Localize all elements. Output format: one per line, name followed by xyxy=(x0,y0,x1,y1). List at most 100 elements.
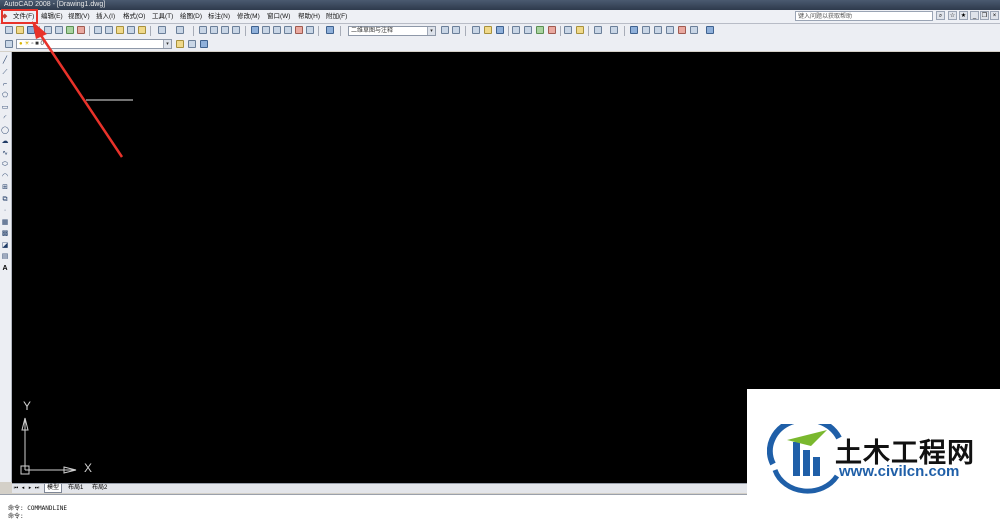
open-icon[interactable] xyxy=(16,26,24,34)
close-icon[interactable]: × xyxy=(990,11,999,20)
menu-format[interactable]: 格式(O) xyxy=(123,10,145,23)
calculator-icon[interactable] xyxy=(306,26,314,34)
circle-icon[interactable]: ◯ xyxy=(1,127,9,135)
3d-dwf-icon[interactable] xyxy=(548,26,556,34)
next-tab-icon[interactable]: ▸ xyxy=(27,485,33,491)
tab-layout2[interactable]: 布局2 xyxy=(90,484,109,493)
menu-modify[interactable]: 修改(M) xyxy=(237,10,260,23)
publish-icon[interactable] xyxy=(536,26,544,34)
match-properties-icon[interactable] xyxy=(127,26,135,34)
workspace-settings-icon[interactable] xyxy=(441,26,449,34)
menu-window[interactable]: 窗口(W) xyxy=(267,10,290,23)
help-icon[interactable] xyxy=(706,26,714,34)
design-center-icon[interactable] xyxy=(642,26,650,34)
rectangle-icon[interactable]: ▭ xyxy=(1,104,9,112)
redo-icon[interactable] xyxy=(610,26,618,34)
communication-center-icon[interactable]: ☆ xyxy=(948,11,957,20)
table-icon[interactable]: ▤ xyxy=(1,253,9,261)
markup-icon[interactable] xyxy=(295,26,303,34)
insert-block-icon[interactable]: ⊞ xyxy=(1,184,9,192)
make-object-layer-current-icon[interactable] xyxy=(176,40,184,48)
point-icon[interactable]: · xyxy=(1,207,9,215)
plot-icon[interactable] xyxy=(512,26,520,34)
block-editor-icon[interactable] xyxy=(576,26,584,34)
cut-icon[interactable] xyxy=(94,26,102,34)
ellipse-arc-icon[interactable]: ◠ xyxy=(1,173,9,181)
favorites-icon[interactable]: ★ xyxy=(959,11,968,20)
tool-palettes-icon[interactable] xyxy=(273,26,281,34)
help-search-input[interactable]: 键入问题以获取帮助 xyxy=(795,11,933,21)
design-center-icon[interactable] xyxy=(262,26,270,34)
sheet-set-icon[interactable] xyxy=(666,26,674,34)
copy-icon[interactable] xyxy=(105,26,113,34)
pan-icon[interactable] xyxy=(199,26,207,34)
menu-tools[interactable]: 工具(T) xyxy=(152,10,173,23)
spline-icon[interactable]: ∿ xyxy=(1,150,9,158)
match-properties-icon[interactable] xyxy=(564,26,572,34)
undo-icon[interactable] xyxy=(594,26,602,34)
new-icon[interactable] xyxy=(5,26,13,34)
gradient-icon[interactable]: ▩ xyxy=(1,230,9,238)
menu-help[interactable]: 帮助(H) xyxy=(298,10,320,23)
plot-preview-icon[interactable] xyxy=(55,26,63,34)
chevron-down-icon[interactable]: ▾ xyxy=(163,40,171,48)
block-editor-icon[interactable] xyxy=(138,26,146,34)
publish-icon[interactable] xyxy=(66,26,74,34)
tab-model[interactable]: 模型 xyxy=(44,484,63,493)
region-icon[interactable]: ◪ xyxy=(1,242,9,250)
save-icon[interactable] xyxy=(496,26,504,34)
tab-layout1[interactable]: 布局1 xyxy=(66,484,85,493)
menu-edit[interactable]: 编辑(E) xyxy=(41,10,63,23)
zoom-realtime-icon[interactable] xyxy=(210,26,218,34)
layer-select[interactable]: ● ☀ ▫ ■ 0 ▾ xyxy=(16,39,172,49)
calculator-icon[interactable] xyxy=(690,26,698,34)
menu-dimension[interactable]: 标注(N) xyxy=(208,10,230,23)
polyline-icon[interactable]: ⌐ xyxy=(1,81,9,89)
construction-line-icon[interactable]: ⟋ xyxy=(1,69,9,77)
layer-manager-icon[interactable] xyxy=(5,40,13,48)
help-icon[interactable] xyxy=(326,26,334,34)
my-workspace-icon[interactable] xyxy=(452,26,460,34)
menu-draw[interactable]: 绘图(D) xyxy=(180,10,202,23)
make-block-icon[interactable]: ⧉ xyxy=(1,196,9,204)
zoom-previous-icon[interactable] xyxy=(232,26,240,34)
multiline-text-icon[interactable]: A xyxy=(1,265,9,273)
arc-icon[interactable]: ◜ xyxy=(1,115,9,123)
paste-icon[interactable] xyxy=(116,26,124,34)
ellipse-icon[interactable]: ⬭ xyxy=(1,161,9,169)
menu-insert[interactable]: 插入(I) xyxy=(96,10,115,23)
prev-tab-icon[interactable]: ◂ xyxy=(20,485,26,491)
workspace-select[interactable]: 二维草图与注释 ▾ xyxy=(348,26,436,36)
first-tab-icon[interactable]: ⏮ xyxy=(13,485,19,491)
plot-icon[interactable] xyxy=(44,26,52,34)
line-icon[interactable]: ╱ xyxy=(1,57,9,65)
watermark-logo: 土木工程网 www.civilcn.com xyxy=(747,389,1000,520)
3d-dwf-icon[interactable] xyxy=(77,26,85,34)
chevron-down-icon[interactable]: ▾ xyxy=(427,27,435,35)
properties-icon[interactable] xyxy=(630,26,638,34)
minimize-icon[interactable]: _ xyxy=(970,11,979,20)
properties-icon[interactable] xyxy=(251,26,259,34)
restore-icon[interactable]: ❐ xyxy=(980,11,989,20)
save-icon[interactable] xyxy=(27,26,35,34)
undo-icon[interactable] xyxy=(158,26,166,34)
redo-icon[interactable] xyxy=(176,26,184,34)
polygon-icon[interactable]: ⬠ xyxy=(1,92,9,100)
command-prompt[interactable]: 命令: xyxy=(8,511,24,520)
sheet-set-icon[interactable] xyxy=(284,26,292,34)
layer-states-icon[interactable] xyxy=(200,40,208,48)
search-icon[interactable]: ⌕ xyxy=(936,11,945,20)
layer-previous-icon[interactable] xyxy=(188,40,196,48)
plot-preview-icon[interactable] xyxy=(524,26,532,34)
zoom-window-icon[interactable] xyxy=(221,26,229,34)
hatch-icon[interactable]: ▦ xyxy=(1,219,9,227)
open-icon[interactable] xyxy=(484,26,492,34)
revision-cloud-icon[interactable]: ☁ xyxy=(1,138,9,146)
tool-palettes-icon[interactable] xyxy=(654,26,662,34)
separator xyxy=(89,26,90,36)
menu-view[interactable]: 视图(V) xyxy=(68,10,90,23)
last-tab-icon[interactable]: ⏭ xyxy=(34,485,40,491)
menu-express[interactable]: 附加(F) xyxy=(326,10,347,23)
markup-icon[interactable] xyxy=(678,26,686,34)
new-icon[interactable] xyxy=(472,26,480,34)
